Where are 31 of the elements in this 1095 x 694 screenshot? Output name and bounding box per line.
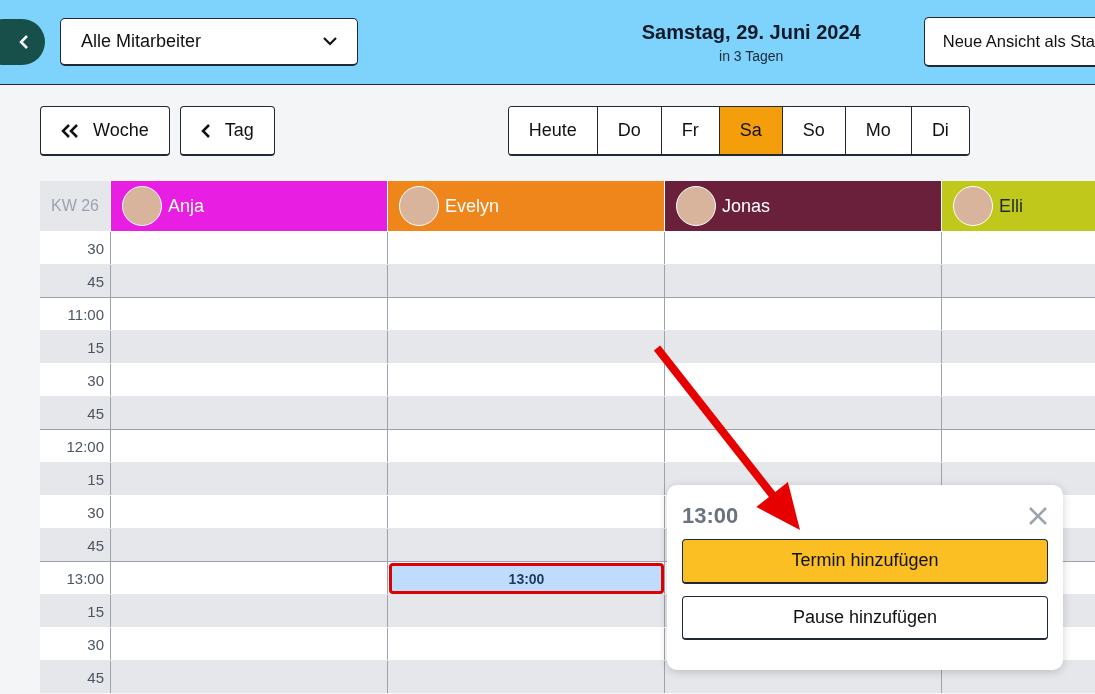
avatar bbox=[953, 186, 993, 226]
date-title: Samstag, 29. Juni 2024 bbox=[641, 20, 861, 44]
day-tab[interactable]: Do bbox=[596, 107, 661, 154]
relative-date: in 3 Tagen bbox=[719, 47, 784, 64]
employee-name: Jonas bbox=[722, 195, 771, 217]
add-appointment-button[interactable]: Termin hinzufügen bbox=[682, 539, 1048, 584]
employee-name: Anja bbox=[168, 195, 205, 217]
chevron-left-icon bbox=[200, 123, 211, 138]
chevron-left-icon bbox=[19, 35, 29, 49]
avatar bbox=[122, 186, 162, 226]
employee-name: Evelyn bbox=[445, 195, 500, 217]
back-nav-button[interactable]: Woche bbox=[40, 106, 170, 156]
back-nav-button[interactable]: Tag bbox=[179, 106, 275, 156]
day-tab[interactable]: Sa bbox=[718, 107, 782, 154]
save-view-button[interactable]: Neue Ansicht als Sta bbox=[923, 17, 1095, 67]
add-break-button[interactable]: Pause hinzufügen bbox=[682, 595, 1048, 640]
popover-title: 13:00 bbox=[682, 503, 739, 529]
day-tab[interactable]: Mo bbox=[844, 107, 911, 154]
week-number: KW 26 bbox=[40, 181, 110, 231]
avatar bbox=[399, 186, 439, 226]
employee-name: Elli bbox=[999, 195, 1023, 217]
selected-time-slot[interactable]: 13:00 bbox=[389, 563, 664, 594]
day-tab[interactable]: Di bbox=[910, 107, 969, 154]
day-tab[interactable]: So bbox=[781, 107, 845, 154]
avatar bbox=[676, 186, 716, 226]
day-tab[interactable]: Heute bbox=[508, 107, 597, 154]
double-chevron-left-icon bbox=[61, 123, 79, 138]
close-icon[interactable] bbox=[1028, 506, 1048, 526]
employee-dropdown[interactable]: Alle Mitarbeiter bbox=[60, 18, 358, 66]
chevron-down-icon bbox=[323, 37, 337, 46]
day-tab[interactable]: Fr bbox=[660, 107, 719, 154]
